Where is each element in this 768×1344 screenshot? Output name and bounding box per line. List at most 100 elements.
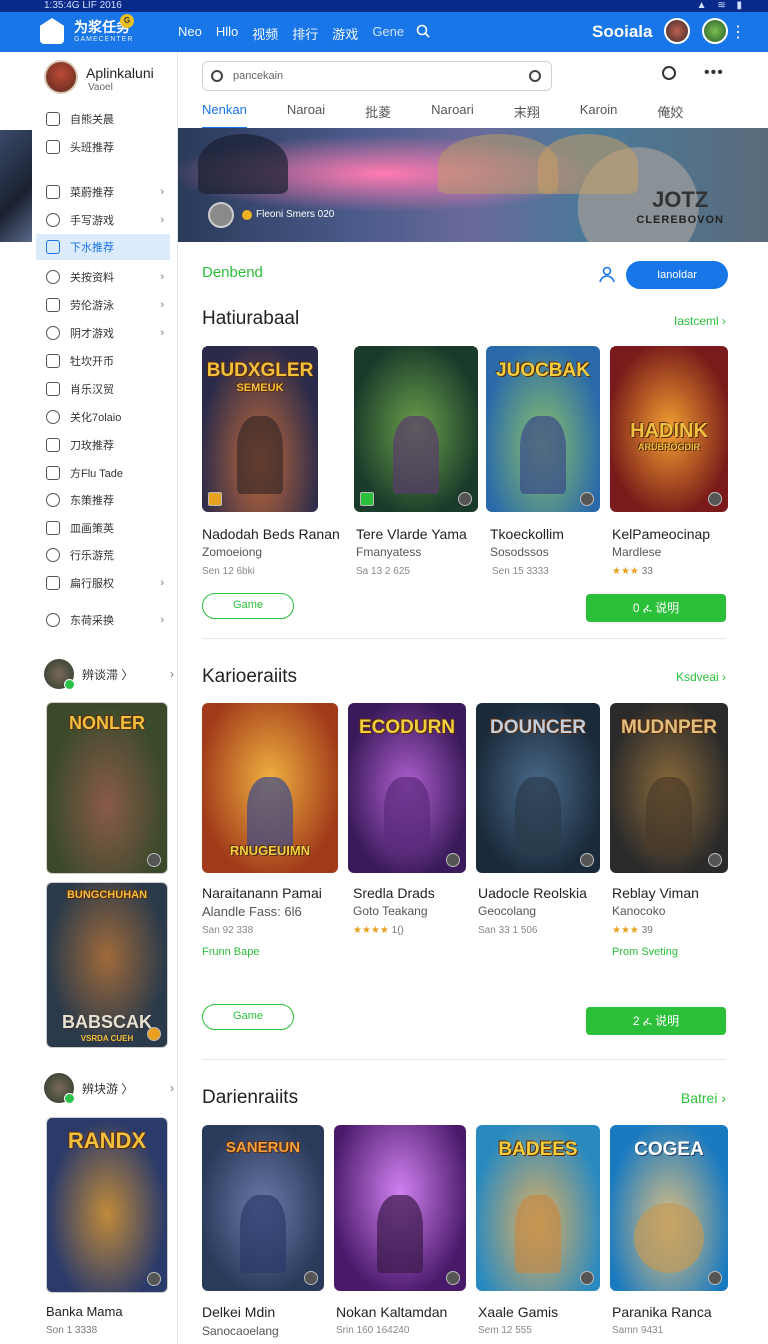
person-icon[interactable] bbox=[598, 265, 616, 283]
sidebar-item[interactable]: 阴才游戏 › bbox=[36, 320, 170, 346]
game-card[interactable]: MUDNPER bbox=[610, 703, 728, 873]
game-name[interactable]: Naraitanann Pamai bbox=[202, 885, 322, 901]
game-card[interactable]: RNUGEUIMN bbox=[202, 703, 338, 873]
sidebar-item[interactable]: 劳伦游泳 › bbox=[36, 292, 170, 318]
game-tag[interactable]: Frunn Bape bbox=[202, 946, 259, 958]
outline-button[interactable]: Game bbox=[202, 593, 294, 619]
header-search-icon[interactable] bbox=[416, 24, 430, 41]
menu-icon bbox=[46, 298, 60, 312]
section-title: Karioeraiits bbox=[202, 666, 298, 687]
game-name[interactable]: KelPameocinap bbox=[612, 526, 710, 542]
avatar bbox=[44, 659, 75, 690]
tab-active[interactable]: Nenkan bbox=[202, 102, 247, 129]
game-name[interactable]: Xaale Gamis bbox=[478, 1304, 558, 1320]
featured-link[interactable]: Denbend bbox=[202, 264, 263, 281]
sidebar: Aplinkaluni Vaoel 自熊关晨 头班推荐 菜蔚推荐 › 手写游戏 › … bbox=[0, 52, 178, 1344]
section-link[interactable]: Ksdveai › bbox=[676, 670, 726, 684]
sidebar-item[interactable]: 菜蔚推荐 › bbox=[36, 179, 170, 205]
sidebar-item[interactable]: 肖乐汉贸 bbox=[36, 376, 170, 402]
tab[interactable]: 俺姣 bbox=[657, 102, 683, 129]
sidebar-item-active[interactable]: 下水推荐 bbox=[36, 234, 170, 260]
status-bar: 1:35:4G LIF 2016 ▲ ≋ ▮ bbox=[0, 0, 768, 12]
game-card[interactable]: HADINK ARUBROGDIR bbox=[610, 346, 728, 512]
sidebar-item[interactable]: 东策推荐 bbox=[36, 487, 170, 513]
side-game-card[interactable]: NONLER bbox=[46, 702, 168, 874]
sidebar-item[interactable]: 扁行服权 › bbox=[36, 570, 170, 596]
nav-item[interactable]: Neo bbox=[178, 24, 202, 43]
search-icon[interactable] bbox=[529, 70, 541, 82]
avatar[interactable] bbox=[702, 18, 728, 44]
sidebar-item[interactable]: 行乐游荒 bbox=[36, 542, 170, 568]
game-tag[interactable]: Prom Sveting bbox=[612, 946, 678, 958]
game-name[interactable]: Uadocle Reolskia bbox=[478, 885, 587, 901]
game-card[interactable]: DOUNCER bbox=[476, 703, 600, 873]
game-card[interactable]: BADEES bbox=[476, 1125, 600, 1291]
green-action-button[interactable]: 2 ፈ 说明 bbox=[586, 1007, 726, 1035]
game-card[interactable] bbox=[354, 346, 478, 512]
game-name[interactable]: Nokan Kaltamdan bbox=[336, 1304, 447, 1320]
menu-icon bbox=[46, 240, 60, 254]
section-link[interactable]: Batrei › bbox=[681, 1090, 726, 1106]
tab[interactable]: Naroai bbox=[287, 102, 325, 129]
sidebar-item[interactable]: 东荷采换 › bbox=[36, 607, 170, 633]
game-card[interactable]: JUOCBAK bbox=[486, 346, 600, 512]
green-action-button[interactable]: 0 ፈ 说明 bbox=[586, 594, 726, 622]
game-name[interactable]: Sredla Drads bbox=[353, 885, 435, 901]
sidebar-item[interactable]: 方Flu Tade bbox=[36, 460, 170, 486]
sidebar-item[interactable]: 手写游戏 › bbox=[36, 207, 170, 233]
sidebar-item[interactable]: 牡坎开币 bbox=[36, 348, 170, 374]
game-card[interactable] bbox=[334, 1125, 466, 1291]
nav-item[interactable]: Hllo bbox=[216, 24, 238, 43]
game-card[interactable]: SANERUN bbox=[202, 1125, 324, 1291]
badge-icon bbox=[147, 1027, 161, 1041]
tab[interactable]: 末翔 bbox=[514, 102, 540, 129]
side-game-card[interactable]: RANDX bbox=[46, 1117, 168, 1293]
section-link[interactable]: Iastceml › bbox=[674, 314, 726, 328]
outline-button[interactable]: Game bbox=[202, 1004, 294, 1030]
friend-row[interactable]: 辨谈滞 〉 › bbox=[44, 658, 174, 690]
nav-item[interactable]: 游戏 bbox=[332, 24, 358, 43]
card-art-title: MUDNPER bbox=[620, 717, 718, 738]
game-card[interactable]: ECODURN bbox=[348, 703, 466, 873]
tab[interactable]: 批菱 bbox=[365, 102, 391, 129]
game-name[interactable]: Delkei Mdin bbox=[202, 1304, 275, 1320]
social-label[interactable]: Sooiala bbox=[592, 22, 652, 42]
more-horizontal-icon[interactable]: ••• bbox=[704, 64, 724, 82]
game-card[interactable]: COGEA bbox=[610, 1125, 728, 1291]
game-meta: Srin 160 164240 bbox=[336, 1325, 410, 1336]
sidebar-item[interactable]: 自熊关晨 bbox=[36, 106, 170, 132]
game-name[interactable]: Tere Vlarde Yama bbox=[356, 526, 467, 542]
game-name[interactable]: Reblay Viman bbox=[612, 885, 699, 901]
profile-name[interactable]: Aplinkaluni bbox=[86, 65, 154, 81]
sidebar-item[interactable]: 皿画策英 bbox=[36, 515, 170, 541]
search-input[interactable]: pancekain bbox=[202, 61, 552, 91]
app-logo-icon[interactable] bbox=[40, 18, 64, 44]
avatar[interactable] bbox=[664, 18, 690, 44]
side-game-card[interactable]: BUNGCHUHAN BABSCAK VSRDA CUEH bbox=[46, 882, 168, 1048]
badge-icon bbox=[360, 492, 374, 506]
game-card[interactable]: BUDXGLER SEMEUK bbox=[202, 346, 318, 512]
nav-item[interactable]: 排行 bbox=[292, 24, 318, 43]
game-name[interactable]: Tkoeckollim bbox=[490, 526, 564, 542]
profile-avatar[interactable] bbox=[44, 60, 78, 94]
game-name[interactable]: Paranika Ranca bbox=[612, 1304, 712, 1320]
search-icon[interactable] bbox=[662, 66, 676, 80]
system-icons: ▲ ≋ ▮ bbox=[696, 0, 746, 11]
nav-item[interactable]: Gene bbox=[372, 24, 404, 43]
sidebar-item[interactable]: 头班推荐 bbox=[36, 134, 170, 160]
sidebar-item[interactable]: 关按资料 › bbox=[36, 264, 170, 290]
sidebar-item[interactable]: 关化7olaio bbox=[36, 404, 170, 430]
friend-row[interactable]: 辨块游 〉 › bbox=[44, 1072, 174, 1104]
tab[interactable]: Karoin bbox=[580, 102, 618, 129]
tab[interactable]: Naroari bbox=[431, 102, 474, 129]
sidebar-item[interactable]: 刀玫推荐 bbox=[36, 432, 170, 458]
top-nav: Neo Hllo 视频 排行 游戏 Gene bbox=[178, 24, 404, 43]
card-art bbox=[393, 416, 439, 494]
nav-item[interactable]: 视频 bbox=[252, 24, 278, 43]
game-name[interactable]: Nadodah Beds Ranan bbox=[202, 526, 340, 542]
search-placeholder: pancekain bbox=[233, 70, 284, 82]
chevron-right-icon: › bbox=[160, 271, 164, 283]
hero-avatar[interactable] bbox=[208, 202, 234, 228]
more-vertical-icon[interactable]: ⋮ bbox=[730, 22, 746, 42]
primary-button[interactable]: Ianoldar bbox=[626, 261, 728, 289]
